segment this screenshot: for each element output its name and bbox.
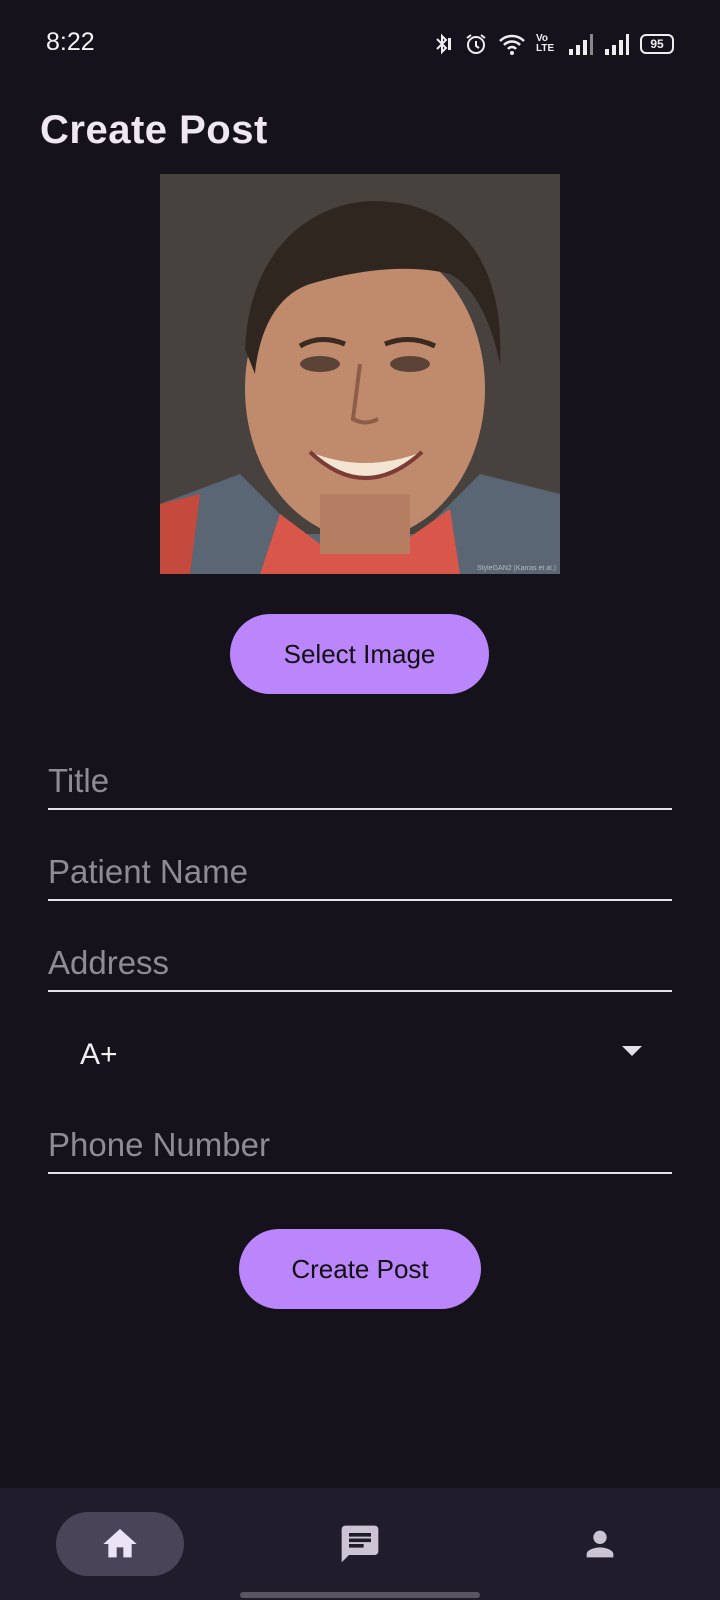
nav-chat[interactable] [296, 1512, 424, 1576]
page-title: Create Post [40, 108, 268, 152]
signal-icon [605, 34, 629, 55]
status-bar: 8:22 Vo LTE 95 [0, 0, 720, 90]
bluetooth-icon [436, 33, 451, 55]
patient-name-field[interactable]: Patient Name [48, 839, 672, 901]
create-post-button[interactable]: Create Post [239, 1229, 481, 1309]
home-icon [103, 1529, 137, 1558]
phone-number-placeholder: Phone Number [48, 1126, 270, 1163]
nav-profile[interactable] [536, 1512, 664, 1576]
nav-home[interactable] [56, 1512, 184, 1576]
address-field[interactable]: Address [48, 930, 672, 992]
status-icons: Vo LTE 95 [430, 30, 674, 58]
title-placeholder: Title [48, 762, 110, 799]
select-image-button[interactable]: Select Image [230, 614, 489, 694]
selected-image-preview: StyleGAN2 (Karras et al.) [160, 174, 560, 574]
battery-icon: 95 [640, 34, 674, 54]
blood-group-value: A+ [80, 1038, 118, 1071]
patient-name-placeholder: Patient Name [48, 853, 248, 890]
person-icon [586, 1530, 614, 1558]
status-time: 8:22 [46, 28, 95, 56]
photo-watermark: StyleGAN2 (Karras et al.) [477, 565, 556, 572]
chat-icon [341, 1525, 379, 1563]
wifi-icon [499, 34, 525, 55]
volte-label: Vo LTE [536, 33, 555, 54]
blood-group-dropdown[interactable]: A+ [48, 1022, 672, 1082]
bottom-navigation [0, 1488, 720, 1600]
phone-number-field[interactable]: Phone Number [48, 1112, 672, 1174]
title-field[interactable]: Title [48, 748, 672, 810]
signal-icon [569, 34, 593, 55]
gesture-bar [240, 1592, 480, 1598]
address-placeholder: Address [48, 944, 170, 981]
dropdown-arrow-icon [622, 1046, 642, 1056]
alarm-icon [466, 34, 486, 54]
